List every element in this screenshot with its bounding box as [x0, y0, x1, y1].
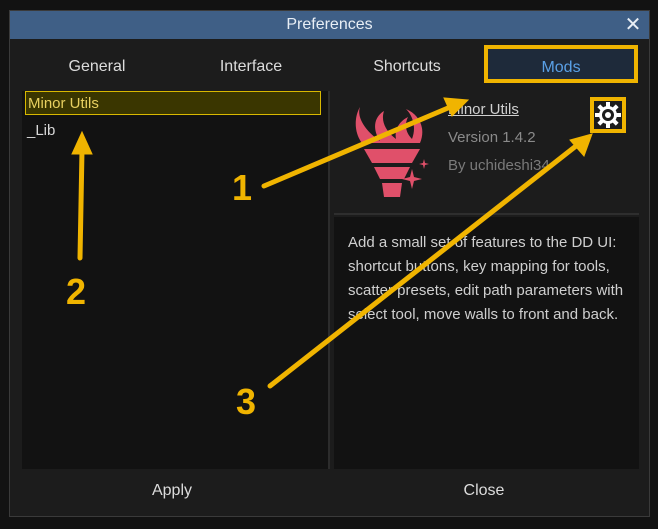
list-item-lib[interactable]: _Lib	[25, 119, 321, 143]
mod-author: By uchideshi34	[448, 157, 550, 174]
mod-description: Add a small set of features to the DD UI…	[334, 217, 639, 469]
apply-button[interactable]: Apply	[112, 477, 232, 505]
close-icon[interactable]: ✕	[623, 15, 643, 35]
mods-list: Minor Utils _Lib	[22, 91, 328, 469]
tab-bar: General Interface Shortcuts Mods	[10, 39, 649, 91]
tab-shortcuts[interactable]: Shortcuts	[350, 51, 464, 83]
tab-general[interactable]: General	[40, 51, 154, 83]
gear-icon	[595, 102, 621, 128]
close-button[interactable]: Close	[424, 477, 544, 505]
mod-version: Version 1.4.2	[448, 129, 536, 146]
tab-interface[interactable]: Interface	[194, 51, 308, 83]
torch-logo-icon	[355, 107, 429, 197]
preferences-window: Preferences ✕ General Interface Shortcut…	[9, 10, 650, 517]
window-title: Preferences	[286, 16, 373, 33]
tab-mods[interactable]: Mods	[484, 45, 638, 83]
mod-detail-header: Minor Utils Version 1.4.2 By uchideshi34	[334, 91, 639, 213]
mod-name-link[interactable]: Minor Utils	[448, 101, 519, 118]
mod-settings-button[interactable]	[590, 97, 626, 133]
title-bar: Preferences ✕	[10, 11, 649, 39]
panel-divider	[328, 91, 330, 469]
detail-separator	[334, 213, 639, 215]
list-item-minor-utils[interactable]: Minor Utils	[25, 91, 321, 115]
